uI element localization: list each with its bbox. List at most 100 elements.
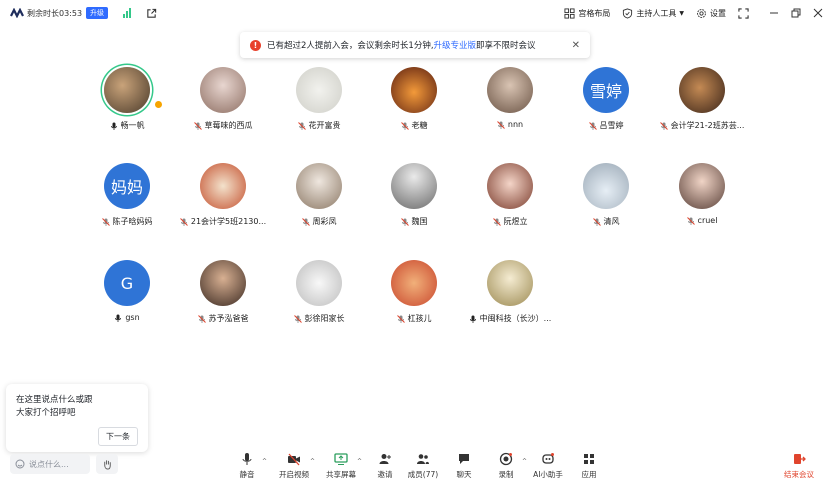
chat-bubble-icon bbox=[459, 454, 469, 464]
video-button[interactable]: 开启视频 bbox=[269, 452, 319, 480]
participant-tile[interactable]: 雪婷 吕雪婷 bbox=[558, 67, 654, 131]
signal-icon[interactable] bbox=[122, 8, 132, 18]
participant-name: 中闽科技（长沙）... bbox=[479, 314, 552, 323]
participant-name-row: 清风 bbox=[558, 216, 654, 227]
app-logo-icon bbox=[10, 8, 24, 18]
mute-button[interactable]: 静音 bbox=[222, 452, 272, 480]
participant-tile[interactable]: 草莓味的西瓜 bbox=[175, 67, 271, 131]
chat-prompt-bubble: 在这里说点什么或跟大家打个招呼吧 下一条 bbox=[6, 384, 148, 452]
bubble-text: 在这里说点什么或跟大家打个招呼吧 bbox=[16, 395, 93, 418]
participant-tile[interactable]: 21会计学5班2130... bbox=[175, 163, 271, 227]
participant-name: 花开富贵 bbox=[308, 121, 341, 130]
participant-tile[interactable]: nnn bbox=[462, 67, 558, 129]
chat-input[interactable]: 说点什么... bbox=[10, 454, 90, 474]
time-limit-notice: ! 已有超过2人提前入会，会议剩余时长1分钟, 升级专业版 即享不限时会议 ✕ bbox=[240, 32, 590, 58]
host-tools-label: 主持人工具 bbox=[636, 8, 677, 18]
notice-text-end: 即享不限时会议 bbox=[476, 41, 536, 51]
avatar bbox=[679, 163, 725, 209]
participant-tile[interactable]: 畅一帆 bbox=[79, 67, 175, 131]
participant-name-row: 会计学21-2班苏芸... bbox=[654, 120, 750, 131]
share-link-icon[interactable] bbox=[146, 8, 157, 19]
participant-tile[interactable]: Ggsn bbox=[79, 260, 175, 322]
settings-button[interactable]: 设置 bbox=[696, 8, 726, 19]
microphone-icon bbox=[469, 315, 476, 323]
layout-button[interactable]: 宫格布局 bbox=[564, 7, 611, 19]
share-screen-button[interactable]: 共享屏幕 bbox=[316, 452, 366, 480]
participant-tile[interactable]: 花开富贵 bbox=[271, 67, 367, 131]
participant-tile[interactable]: 苏予泓爸爸 bbox=[175, 260, 271, 324]
minimize-icon[interactable] bbox=[769, 8, 779, 18]
avatar: G bbox=[104, 260, 150, 306]
next-button[interactable]: 下一条 bbox=[98, 427, 138, 446]
participant-tile[interactable]: 魏国 bbox=[366, 163, 462, 227]
members-icon bbox=[417, 454, 429, 464]
avatar: 雪婷 bbox=[583, 67, 629, 113]
participant-name-row: 陈子晗妈妈 bbox=[79, 216, 175, 227]
record-icon bbox=[499, 452, 513, 466]
participant-name-row: 苏予泓爸爸 bbox=[175, 313, 271, 324]
participant-name: 杠孩儿 bbox=[407, 314, 432, 323]
participant-tile[interactable]: 中闽科技（长沙）... bbox=[462, 260, 558, 324]
chat-label: 聊天 bbox=[456, 470, 472, 479]
participant-tile[interactable]: 会计学21-2班苏芸... bbox=[654, 67, 750, 131]
participant-name: 苏予泓爸爸 bbox=[208, 314, 249, 323]
participant-name: 老糖 bbox=[411, 121, 428, 130]
bottom-toolbar: 说点什么... 静音 ^ 开启视频 ^ 共享屏幕 ^ 邀请 成员(77) 聊天 … bbox=[0, 446, 831, 492]
participant-name: 魏国 bbox=[411, 217, 428, 226]
video-camera-off-icon bbox=[288, 453, 300, 466]
video-options-caret[interactable]: ^ bbox=[310, 458, 315, 465]
participant-tile[interactable]: cruel bbox=[654, 163, 750, 225]
participant-tile[interactable]: 妈妈 陈子晗妈妈 bbox=[79, 163, 175, 227]
mute-label: 静音 bbox=[239, 470, 255, 479]
share-screen-icon bbox=[334, 453, 348, 465]
participant-name-row: 畅一帆 bbox=[79, 120, 175, 131]
microphone-icon bbox=[110, 122, 117, 130]
mic-muted-icon bbox=[592, 217, 601, 226]
avatar bbox=[487, 163, 533, 209]
participant-tile[interactable]: 周彩凤 bbox=[271, 163, 367, 227]
share-screen-label: 共享屏幕 bbox=[326, 470, 356, 479]
ai-assistant-icon bbox=[542, 453, 554, 464]
participant-tile[interactable]: 杠孩儿 bbox=[366, 260, 462, 324]
participant-name-row: 草莓味的西瓜 bbox=[175, 120, 271, 131]
upgrade-button[interactable]: 升级 bbox=[86, 7, 109, 19]
participant-name: 畅一帆 bbox=[120, 121, 145, 130]
mute-options-caret[interactable]: ^ bbox=[262, 458, 267, 465]
participant-tile[interactable]: 老糖 bbox=[366, 67, 462, 131]
apps-grid-icon bbox=[584, 454, 594, 464]
invite-label: 邀请 bbox=[377, 470, 393, 479]
restore-icon[interactable] bbox=[791, 8, 801, 18]
close-icon[interactable] bbox=[813, 8, 823, 18]
speaking-indicator-icon bbox=[154, 100, 163, 109]
apps-button[interactable]: 应用 bbox=[564, 452, 614, 480]
gear-icon bbox=[697, 8, 706, 18]
avatar bbox=[487, 67, 533, 113]
mic-muted-icon bbox=[293, 314, 302, 323]
participant-name: 清风 bbox=[603, 217, 620, 226]
participant-tile[interactable]: 清风 bbox=[558, 163, 654, 227]
participant-tile[interactable]: 彭徐阳家长 bbox=[271, 260, 367, 324]
raise-hand-button[interactable] bbox=[96, 454, 118, 474]
mic-muted-icon bbox=[492, 217, 501, 226]
participant-name: 草莓味的西瓜 bbox=[204, 121, 253, 130]
add-user-icon bbox=[379, 454, 391, 464]
mic-muted-icon bbox=[396, 314, 405, 323]
notice-close-icon[interactable]: ✕ bbox=[572, 40, 580, 51]
mic-muted-icon bbox=[297, 121, 306, 130]
mic-muted-icon bbox=[497, 120, 505, 129]
top-bar: 剩余时长03:53 升级 宫格布局 主持人工具 ▼ 设置 bbox=[0, 0, 831, 26]
mic-muted-icon bbox=[101, 217, 110, 226]
upgrade-pro-link[interactable]: 升级专业版 bbox=[434, 39, 477, 51]
host-tools-button[interactable]: 主持人工具 ▼ bbox=[622, 7, 684, 19]
end-meeting-button[interactable]: 结束会议 bbox=[774, 452, 824, 480]
alert-icon: ! bbox=[250, 39, 261, 51]
remaining-time: 剩余时长03:53 bbox=[27, 8, 83, 18]
notice-text: 已有超过2人提前入会，会议剩余时长1分钟, bbox=[267, 41, 434, 51]
avatar bbox=[200, 260, 246, 306]
participant-tile[interactable]: 阮煜立 bbox=[462, 163, 558, 227]
mic-muted-icon bbox=[588, 121, 597, 130]
layout-label: 宫格布局 bbox=[578, 8, 611, 18]
mic-muted-icon bbox=[180, 217, 188, 226]
fullscreen-icon[interactable] bbox=[738, 7, 749, 19]
chevron-down-icon: ▼ bbox=[679, 9, 684, 17]
